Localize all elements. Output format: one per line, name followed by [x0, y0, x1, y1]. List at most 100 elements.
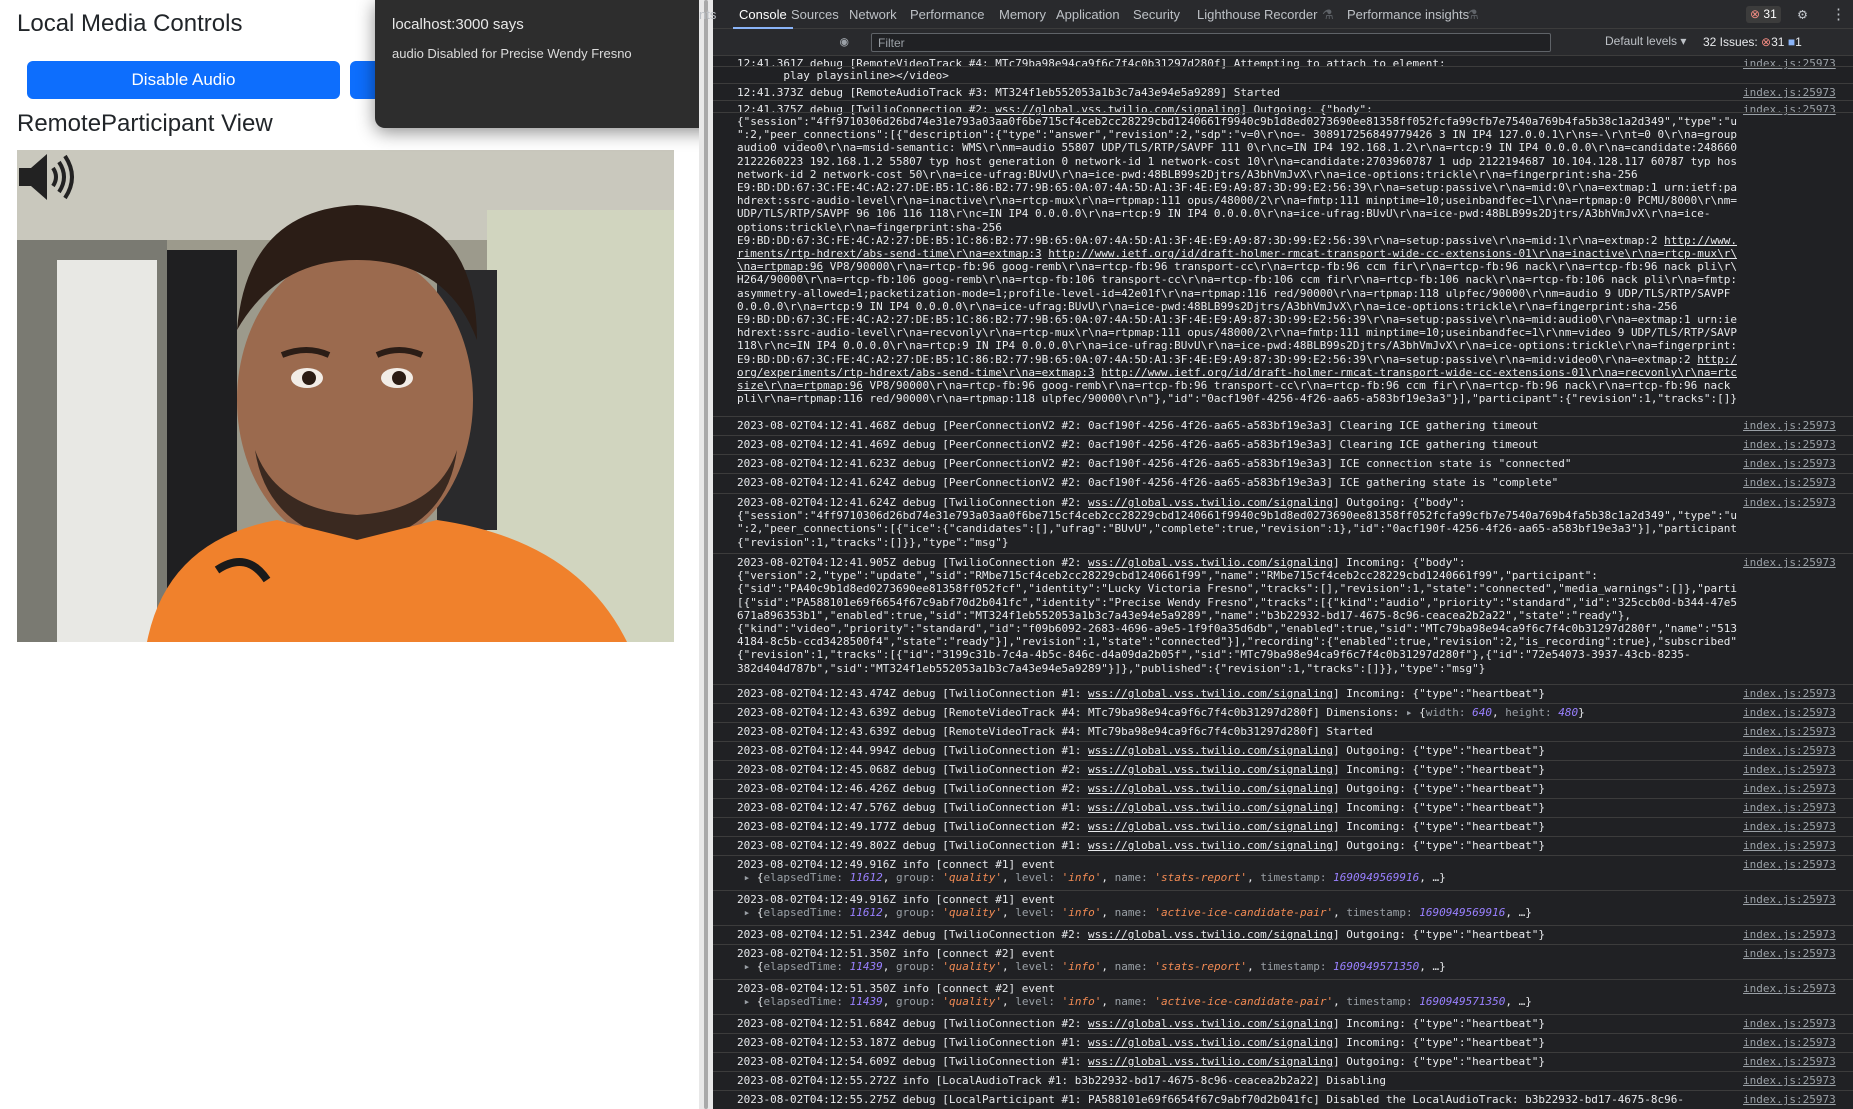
console-source-link[interactable]: index.js:25973	[1743, 687, 1836, 700]
devtools-resize-handle[interactable]	[699, 0, 713, 1109]
console-message: 2023-08-02T04:12:43.639Z debug [RemoteVi…	[737, 725, 1373, 738]
dialog-message: audio Disabled for Precise Wendy Fresno	[392, 46, 632, 61]
app-page: Local Media Controls Disable Audio Remot…	[0, 0, 713, 1109]
console-source-link[interactable]: index.js:25973	[1743, 744, 1836, 757]
error-count-badge[interactable]: ⊗ 31	[1746, 6, 1781, 23]
console-source-link[interactable]: index.js:25973	[1743, 457, 1836, 470]
console-source-link[interactable]: index.js:25973	[1743, 1074, 1836, 1087]
console-divider	[713, 979, 1853, 980]
issues-counter[interactable]: 32 Issues: ⊗31 ■1	[1703, 33, 1802, 52]
console-source-link[interactable]: index.js:25973	[1743, 1055, 1836, 1068]
console-divider	[713, 66, 1853, 67]
log-levels-dropdown[interactable]: Default levels ▾	[1605, 34, 1686, 48]
console-message: 2023-08-02T04:12:41.623Z debug [PeerConn…	[737, 457, 1572, 470]
console-message: 2023-08-02T04:12:41.624Z debug [PeerConn…	[737, 476, 1559, 489]
console-message: 12:41.373Z debug [RemoteAudioTrack #3: M…	[737, 86, 1281, 99]
console-source-link[interactable]: index.js:25973	[1743, 706, 1836, 719]
log-levels-label: Default levels	[1605, 34, 1678, 48]
info-icon: ■	[1787, 35, 1796, 49]
console-message: 2023-08-02T04:12:49.916Z info [connect #…	[737, 858, 1446, 885]
tab-performance-insights[interactable]: Performance insights	[1347, 0, 1469, 29]
console-message: 2023-08-02T04:12:51.234Z debug [TwilioCo…	[737, 928, 1545, 941]
console-source-link[interactable]: index.js:25973	[1743, 86, 1836, 99]
console-divider	[713, 553, 1853, 554]
issues-info-count: 1	[1795, 35, 1802, 49]
devtools-panel: nts Console Sources Network Performance …	[699, 0, 1853, 1109]
console-source-link[interactable]: index.js:25973	[1743, 893, 1836, 906]
error-icon: ⊗	[1761, 35, 1772, 49]
console-divider	[713, 454, 1853, 455]
tab-memory[interactable]: Memory	[999, 0, 1046, 29]
console-message: 2023-08-02T04:12:49.916Z info [connect #…	[737, 893, 1532, 920]
tab-insights-flask-icon: ⚗	[1467, 7, 1479, 22]
remote-video-frame	[17, 150, 674, 642]
tab-performance[interactable]: Performance	[910, 0, 984, 29]
console-message: 2023-08-02T04:12:41.624Z debug [TwilioCo…	[737, 496, 1737, 549]
devtools-tab-bar: nts Console Sources Network Performance …	[699, 0, 1853, 29]
console-source-link[interactable]: index.js:25973	[1743, 1093, 1836, 1106]
console-divider	[713, 1090, 1853, 1091]
console-source-link[interactable]: index.js:25973	[1743, 725, 1836, 738]
console-output[interactable]: 12:41.361Z debug [RemoteVideoTrack #4: M…	[713, 56, 1853, 1109]
tab-application[interactable]: Application	[1056, 0, 1120, 29]
console-divider	[713, 798, 1853, 799]
tab-security[interactable]: Security	[1133, 0, 1180, 29]
console-message: {"session":"4ff9710306d26bd74e31e793a03a…	[737, 115, 1737, 406]
speaker-icon[interactable]	[17, 150, 77, 204]
error-icon: ⊗	[1750, 7, 1761, 21]
console-divider	[713, 855, 1853, 856]
console-source-link[interactable]: index.js:25973	[1743, 982, 1836, 995]
tab-sources[interactable]: Sources	[791, 0, 839, 29]
console-source-link[interactable]: index.js:25973	[1743, 928, 1836, 941]
console-divider	[713, 779, 1853, 780]
console-source-link[interactable]: index.js:25973	[1743, 763, 1836, 776]
console-source-link[interactable]: index.js:25973	[1743, 947, 1836, 960]
console-source-link[interactable]: index.js:25973	[1743, 801, 1836, 814]
console-divider	[713, 100, 1853, 101]
settings-gear-icon[interactable]: ⚙	[1798, 5, 1807, 23]
remote-video	[17, 150, 674, 642]
console-source-link[interactable]: index.js:25973	[1743, 1036, 1836, 1049]
console-source-link[interactable]: index.js:25973	[1743, 476, 1836, 489]
console-message: play playsinline></video>	[737, 69, 949, 82]
live-expression-eye-icon[interactable]: ◉	[840, 34, 848, 50]
console-source-link[interactable]: index.js:25973	[1743, 103, 1836, 116]
console-filter-input[interactable]	[871, 33, 1551, 52]
console-message: 2023-08-02T04:12:51.350Z info [connect #…	[737, 947, 1446, 974]
console-divider	[713, 836, 1853, 837]
console-message: 2023-08-02T04:12:41.905Z debug [TwilioCo…	[737, 556, 1737, 675]
tab-console[interactable]: Console	[733, 0, 793, 29]
console-message: 2023-08-02T04:12:47.576Z debug [TwilioCo…	[737, 801, 1545, 814]
console-source-link[interactable]: index.js:25973	[1743, 858, 1836, 871]
console-divider	[713, 435, 1853, 436]
console-message: 2023-08-02T04:12:46.426Z debug [TwilioCo…	[737, 782, 1545, 795]
disable-audio-button[interactable]: Disable Audio	[27, 61, 340, 99]
console-source-link[interactable]: index.js:25973	[1743, 419, 1836, 432]
console-divider	[713, 1014, 1853, 1015]
console-divider	[713, 1071, 1853, 1072]
console-message: 2023-08-02T04:12:55.272Z info [LocalAudi…	[737, 1074, 1387, 1087]
console-toolbar: ◉ Default levels ▾ 32 Issues: ⊗31 ■1	[713, 29, 1853, 56]
console-divider	[713, 684, 1853, 685]
tab-network[interactable]: Network	[849, 0, 897, 29]
tab-lighthouse[interactable]: Lighthouse	[1197, 0, 1261, 29]
console-message: 2023-08-02T04:12:45.068Z debug [TwilioCo…	[737, 763, 1545, 776]
console-divider	[713, 112, 1853, 113]
console-source-link[interactable]: index.js:25973	[1743, 496, 1836, 509]
console-source-link[interactable]: index.js:25973	[1743, 782, 1836, 795]
more-options-icon[interactable]: ⋮	[1831, 5, 1846, 23]
console-divider	[713, 703, 1853, 704]
console-message: 2023-08-02T04:12:43.474Z debug [TwilioCo…	[737, 687, 1545, 700]
console-source-link[interactable]: index.js:25973	[1743, 1017, 1836, 1030]
console-source-link[interactable]: index.js:25973	[1743, 556, 1836, 569]
tab-elements[interactable]: nts	[699, 0, 716, 29]
console-message: 2023-08-02T04:12:41.468Z debug [PeerConn…	[737, 419, 1539, 432]
console-source-link[interactable]: index.js:25973	[1743, 438, 1836, 451]
console-source-link[interactable]: index.js:25973	[1743, 57, 1836, 70]
console-message: 2023-08-02T04:12:49.177Z debug [TwilioCo…	[737, 820, 1545, 833]
console-divider	[713, 741, 1853, 742]
tab-recorder[interactable]: Recorder	[1264, 0, 1317, 29]
console-source-link[interactable]: index.js:25973	[1743, 839, 1836, 852]
error-count: 31	[1763, 7, 1777, 21]
console-source-link[interactable]: index.js:25973	[1743, 820, 1836, 833]
